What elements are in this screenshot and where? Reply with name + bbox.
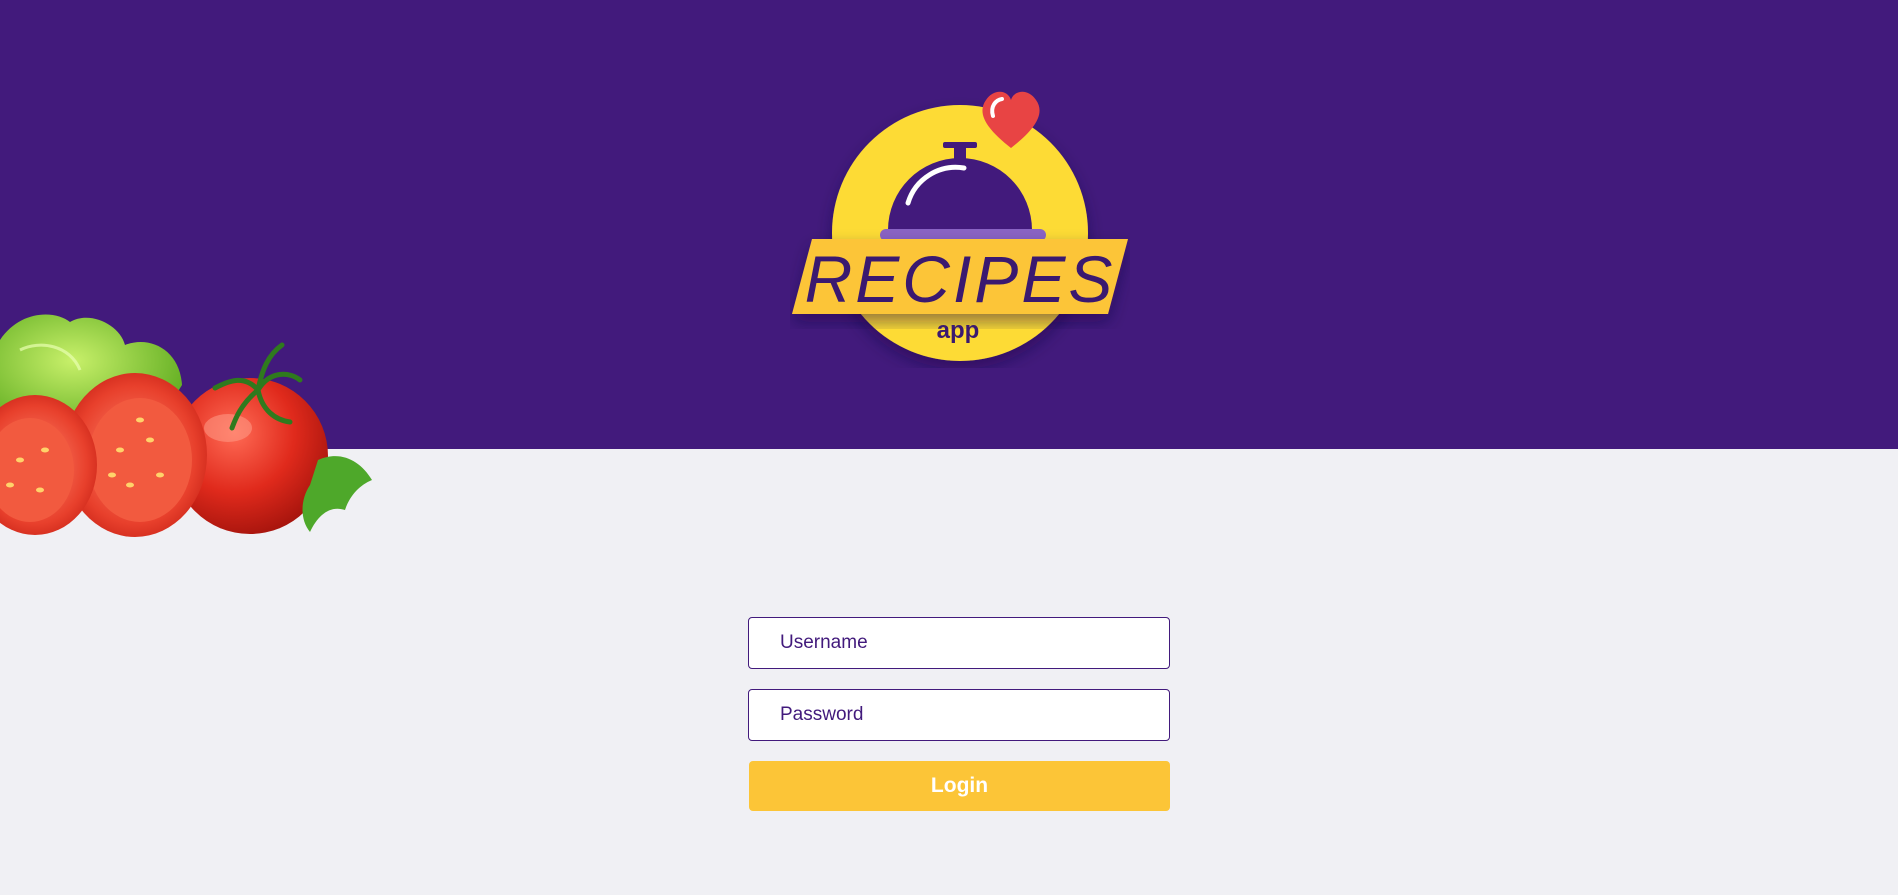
password-input[interactable] [748,689,1170,741]
tomatoes-lettuce-image [0,310,380,570]
login-form: Login [748,617,1170,811]
login-button[interactable]: Login [749,761,1170,811]
username-input[interactable] [748,617,1170,669]
brand-sub: app [937,317,980,344]
brand-word: RECIPES [805,242,1116,316]
recipes-app-logo: RECIPES app [790,88,1130,368]
cloche-heart-icon: RECIPES app [792,91,1128,361]
